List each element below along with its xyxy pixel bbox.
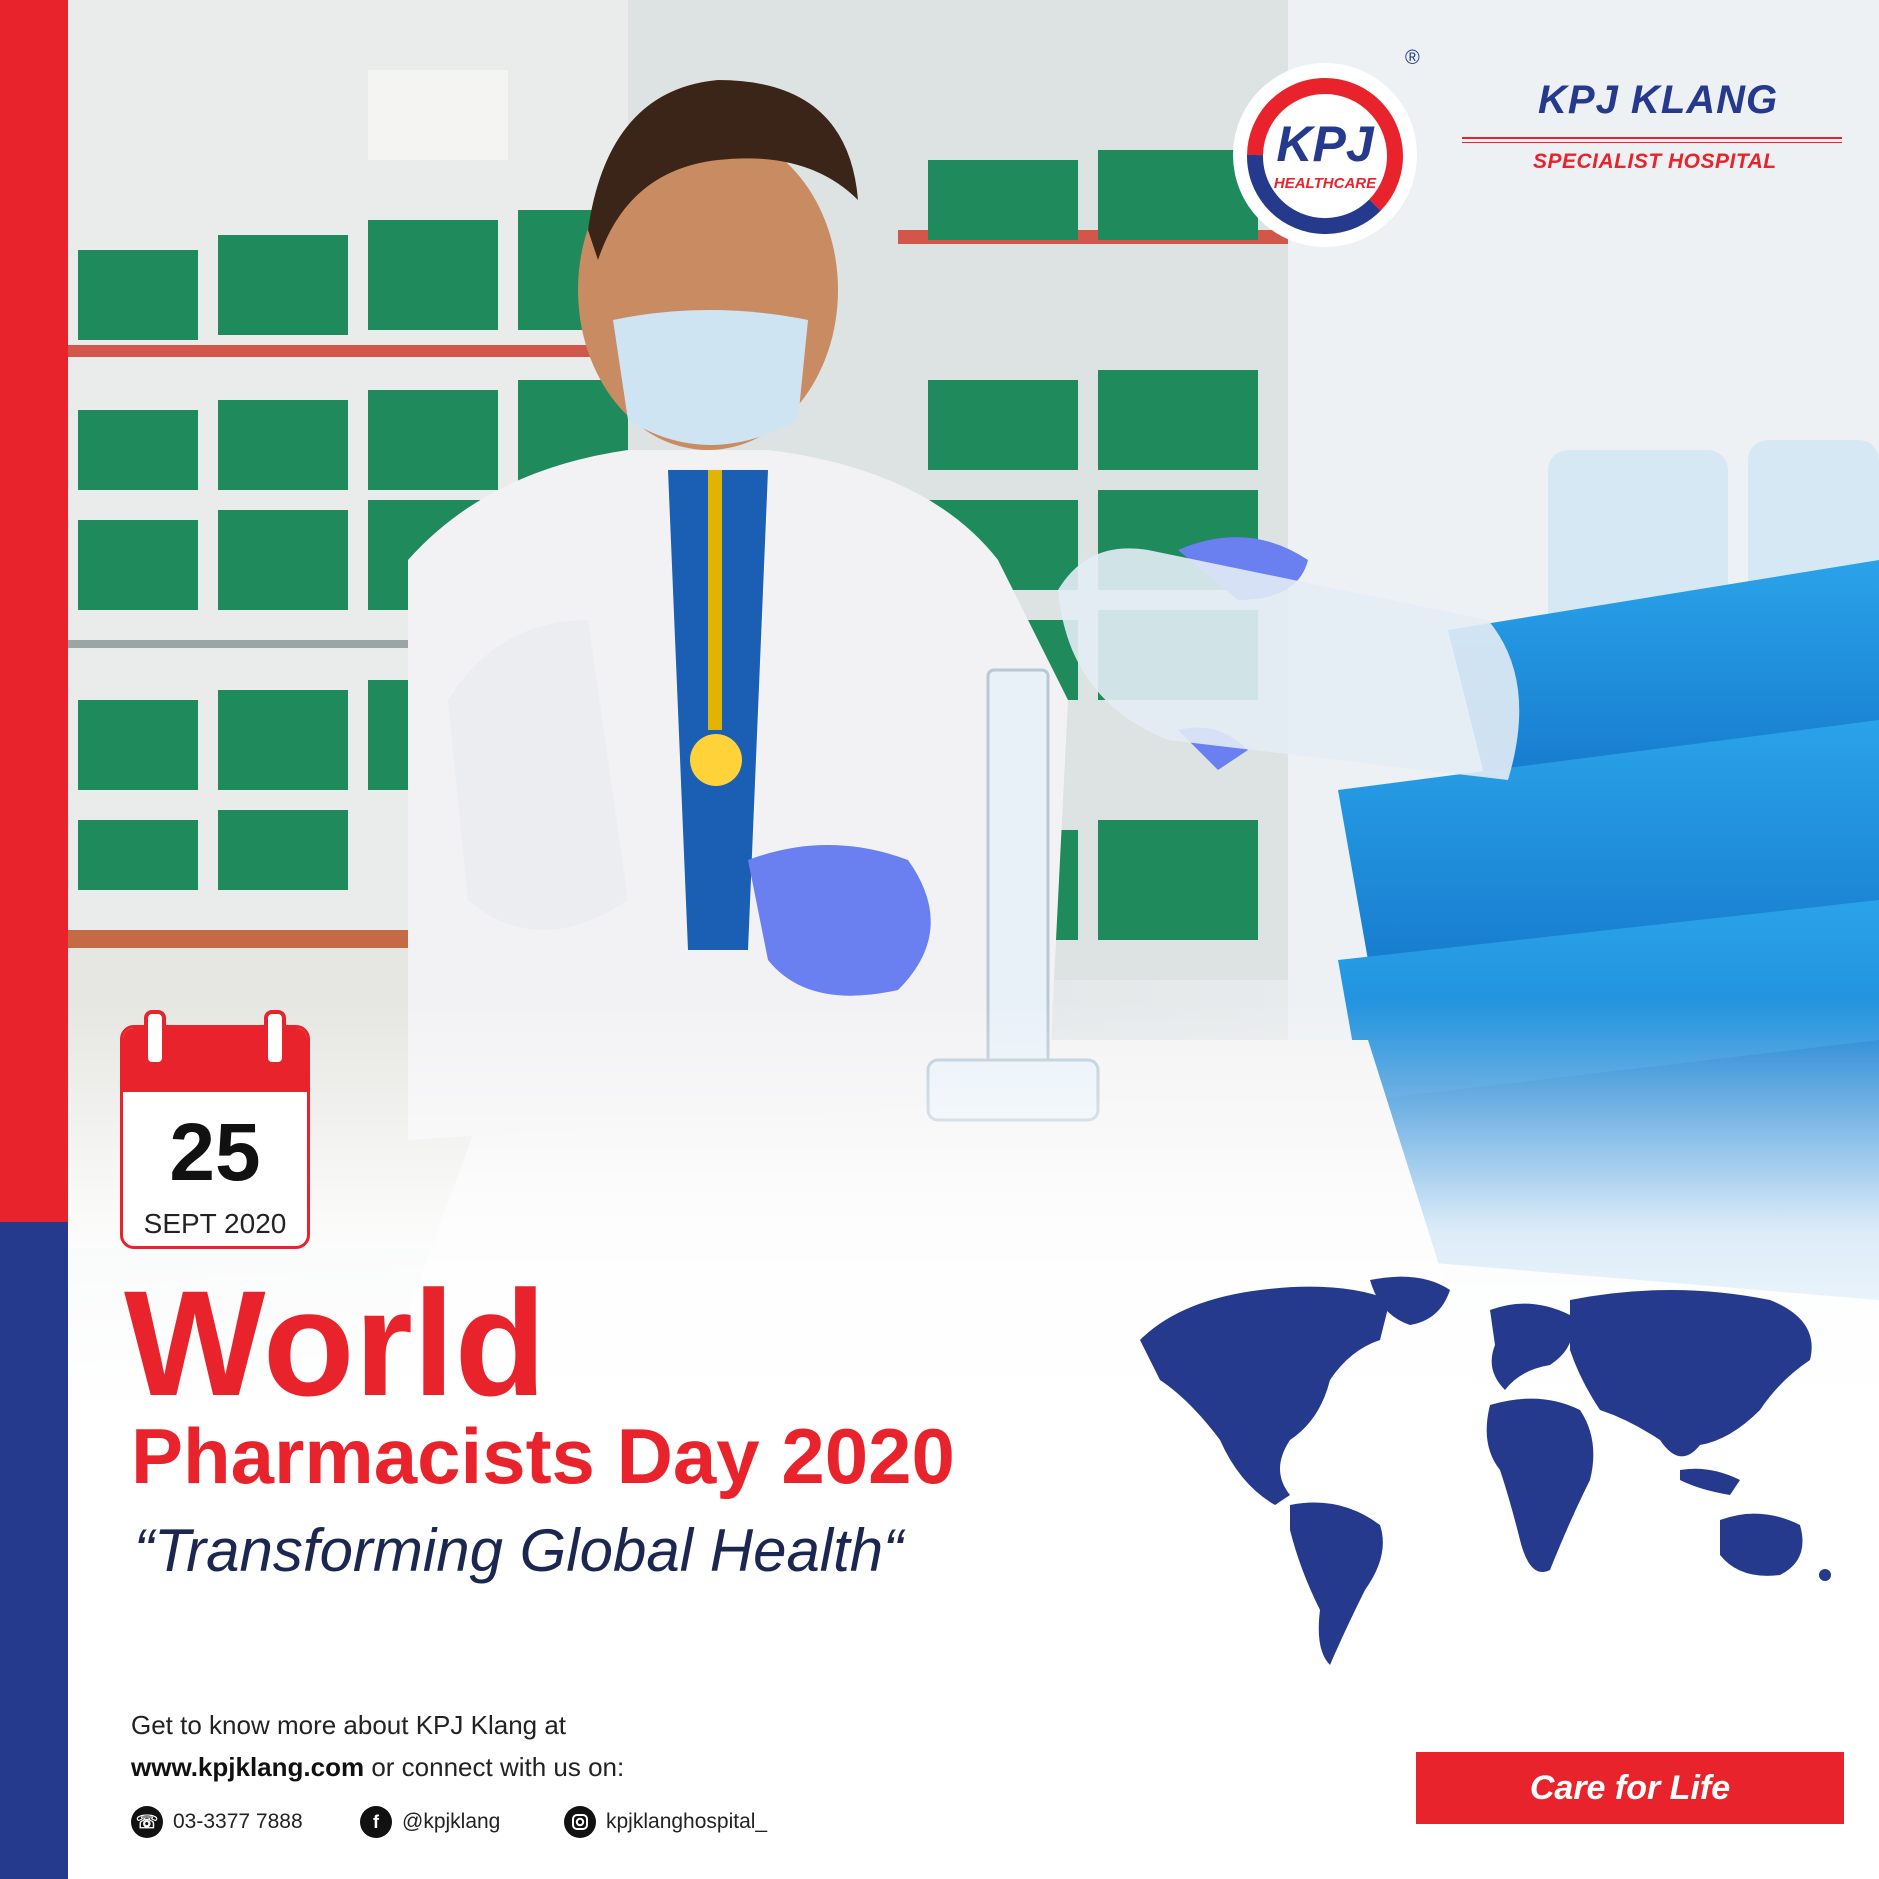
contact-phone-text: 03-3377 7888	[173, 1810, 303, 1833]
kpj-healthcare-logo: KPJ HEALTHCARE ®	[1225, 47, 1425, 255]
contact-phone[interactable]: ☏ 03-3377 7888	[131, 1805, 303, 1839]
logo-kpj-text: KPJ	[1276, 116, 1374, 172]
contact-instagram-text: kpjklanghospital_	[606, 1810, 768, 1833]
headline-world: World	[124, 1259, 547, 1427]
footer-intro: Get to know more about KPJ Klang at	[131, 1710, 567, 1740]
contact-facebook-text: @kpjklang	[402, 1810, 501, 1833]
contact-facebook[interactable]: f @kpjklang	[360, 1805, 500, 1839]
tagline-banner: Care for Life	[1416, 1752, 1844, 1824]
hospital-name: KPJ KLANG	[1538, 78, 1779, 122]
left-red-stripe	[0, 0, 68, 1222]
hospital-type: SPECIALIST HOSPITAL	[1533, 150, 1777, 173]
calendar-month-year: SEPT 2020	[143, 1208, 287, 1239]
world-map-icon	[1120, 1270, 1840, 1670]
contact-instagram[interactable]: kpjklanghospital_	[564, 1805, 767, 1839]
footer-website-line: www.kpjklang.com or connect with us on:	[131, 1752, 624, 1783]
logo-divider	[1462, 137, 1842, 139]
calendar-ring-left	[144, 1010, 166, 1066]
headline-theme: “Transforming Global Health“	[134, 1517, 904, 1584]
calendar-day: 25	[169, 1107, 261, 1198]
instagram-icon	[564, 1806, 596, 1838]
headline-title: Pharmacists Day 2020	[131, 1412, 955, 1500]
logo-healthcare-text: HEALTHCARE	[1273, 175, 1377, 192]
logo-divider-thin	[1462, 142, 1842, 143]
footer-connect-text: or connect with us on:	[364, 1752, 625, 1782]
left-blue-stripe	[0, 1222, 68, 1879]
registered-mark: ®	[1405, 47, 1420, 69]
calendar-ring-right	[264, 1010, 286, 1066]
facebook-icon: f	[360, 1806, 392, 1838]
phone-icon: ☏	[131, 1806, 163, 1838]
website-link[interactable]: www.kpjklang.com	[131, 1752, 364, 1782]
